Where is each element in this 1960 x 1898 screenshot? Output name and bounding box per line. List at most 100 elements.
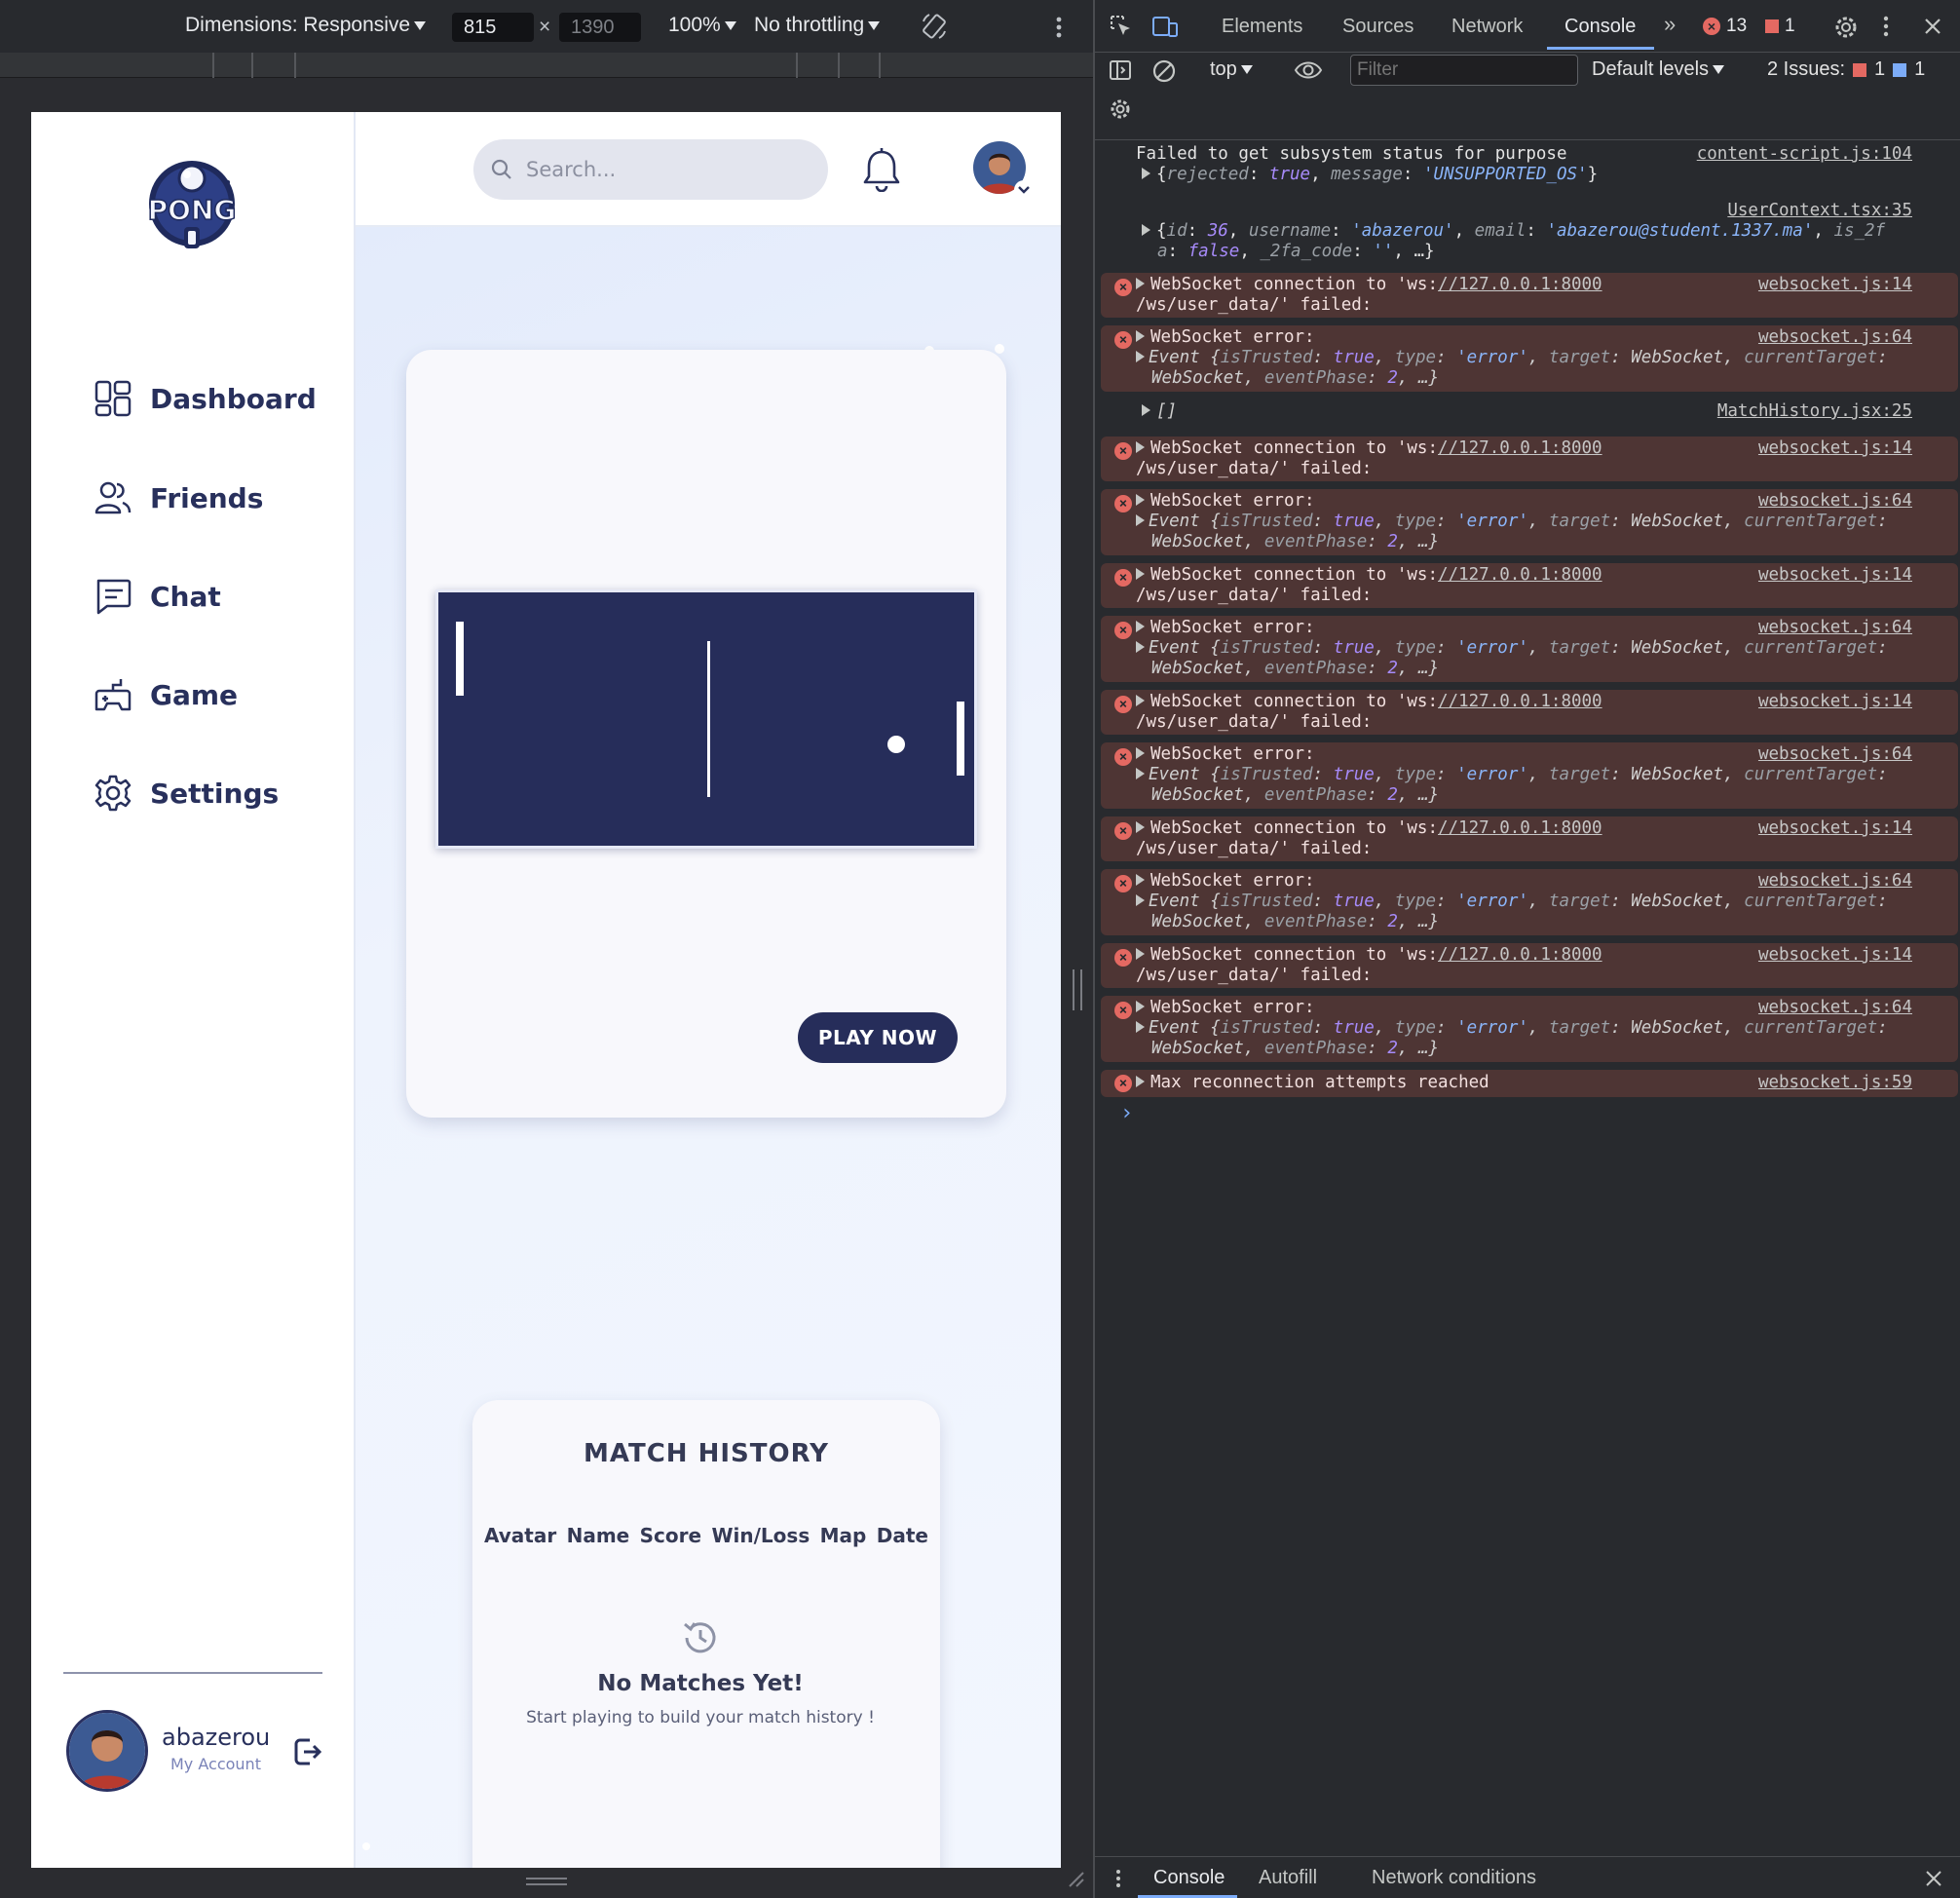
log-source-link[interactable]: websocket.js:64: [1758, 327, 1912, 348]
log-source-link[interactable]: websocket.js:14: [1758, 275, 1912, 295]
close-icon[interactable]: [1923, 17, 1942, 36]
console-prompt[interactable]: ›: [1120, 1101, 1133, 1125]
issues-button[interactable]: 2 Issues: 1 1: [1767, 58, 1925, 81]
expand-icon[interactable]: [1136, 768, 1145, 779]
drawer-tab-console[interactable]: Console: [1153, 1867, 1225, 1889]
expand-icon[interactable]: [1136, 948, 1145, 960]
devtools-menu-icon[interactable]: [1882, 16, 1890, 37]
console-error[interactable]: × WebSocket error: websocket.js:64 Event…: [1101, 489, 1958, 555]
expand-icon[interactable]: [1136, 894, 1145, 906]
log-levels-dropdown[interactable]: Default levels: [1592, 58, 1724, 81]
console-error[interactable]: × WebSocket connection to 'ws://127.0.0.…: [1101, 273, 1958, 318]
expand-icon[interactable]: [1136, 351, 1145, 362]
sidebar-item-dashboard[interactable]: Dashboard: [94, 375, 317, 422]
expand-icon[interactable]: [1136, 1001, 1145, 1012]
chevron-down-icon[interactable]: [1014, 180, 1034, 200]
console-error[interactable]: × WebSocket connection to 'ws://127.0.0.…: [1101, 690, 1958, 735]
width-input[interactable]: 815: [452, 13, 534, 42]
account-section[interactable]: abazerou My Account: [66, 1710, 329, 1794]
log-source-link[interactable]: websocket.js:64: [1758, 998, 1912, 1018]
expand-icon[interactable]: [1136, 874, 1145, 886]
ws-url-link[interactable]: //127.0.0.1:8000: [1438, 275, 1602, 294]
sidebar-toggle-icon[interactable]: [1109, 58, 1132, 82]
log-source-link[interactable]: websocket.js:14: [1758, 818, 1912, 839]
log-source-link[interactable]: UserContext.tsx:35: [1727, 201, 1912, 221]
ws-url-link[interactable]: //127.0.0.1:8000: [1438, 945, 1602, 965]
console-error[interactable]: × WebSocket connection to 'ws://127.0.0.…: [1101, 943, 1958, 988]
log-source-link[interactable]: MatchHistory.jsx:25: [1717, 401, 1912, 422]
context-selector[interactable]: top: [1210, 58, 1253, 81]
console-error[interactable]: × WebSocket error: websocket.js:64 Event…: [1101, 869, 1958, 935]
settings-gear-icon[interactable]: [1833, 15, 1859, 40]
console-error[interactable]: × Max reconnection attempts reached webs…: [1101, 1070, 1958, 1097]
height-input[interactable]: 1390: [559, 13, 641, 42]
expand-icon[interactable]: [1136, 278, 1145, 289]
tab-network[interactable]: Network: [1451, 16, 1523, 38]
sidebar-item-friends[interactable]: Friends: [94, 474, 263, 521]
ws-url-link[interactable]: //127.0.0.1:8000: [1438, 818, 1602, 838]
sidebar-item-chat[interactable]: Chat: [94, 573, 221, 620]
console-error[interactable]: × WebSocket error: websocket.js:64 Event…: [1101, 742, 1958, 809]
device-toggle-icon[interactable]: [1151, 14, 1179, 39]
expand-icon[interactable]: [1136, 821, 1145, 833]
dimensions-dropdown[interactable]: Dimensions: Responsive: [185, 14, 426, 37]
log-source-link[interactable]: websocket.js:64: [1758, 491, 1912, 512]
expand-icon[interactable]: [1136, 621, 1145, 632]
rotate-icon[interactable]: [920, 12, 949, 41]
drawer-close-icon[interactable]: [1925, 1870, 1942, 1887]
expand-icon[interactable]: [1142, 404, 1150, 416]
expand-icon[interactable]: [1136, 1076, 1145, 1087]
tab-console[interactable]: Console: [1564, 16, 1636, 38]
bell-icon[interactable]: [860, 147, 903, 192]
expand-icon[interactable]: [1136, 441, 1145, 453]
tab-sources[interactable]: Sources: [1342, 16, 1413, 38]
expand-icon[interactable]: [1136, 641, 1145, 653]
drawer-tab-network-conditions[interactable]: Network conditions: [1372, 1867, 1536, 1889]
drawer-tab-autofill[interactable]: Autofill: [1259, 1867, 1317, 1889]
side-resize-handle[interactable]: [1073, 969, 1082, 1010]
expand-icon[interactable]: [1136, 494, 1145, 506]
expand-icon[interactable]: [1136, 747, 1145, 759]
bottom-resize-handle[interactable]: [526, 1878, 567, 1885]
console-error[interactable]: × WebSocket connection to 'ws://127.0.0.…: [1101, 816, 1958, 861]
tab-elements[interactable]: Elements: [1222, 16, 1302, 38]
expand-icon[interactable]: [1136, 1021, 1145, 1033]
logout-icon[interactable]: [292, 1735, 321, 1768]
more-options-icon[interactable]: [1054, 16, 1064, 39]
ws-url-link[interactable]: //127.0.0.1:8000: [1438, 692, 1602, 711]
inspect-icon[interactable]: [1109, 14, 1134, 39]
ws-url-link[interactable]: //127.0.0.1:8000: [1438, 438, 1602, 458]
console-message[interactable]: Failed to get subsystem status for purpo…: [1101, 144, 1958, 189]
expand-icon[interactable]: [1136, 568, 1145, 580]
log-source-link[interactable]: content-script.js:104: [1697, 144, 1912, 165]
error-count-badge[interactable]: × 13: [1703, 16, 1747, 37]
console-message[interactable]: [] MatchHistory.jsx:25: [1101, 399, 1958, 425]
media-query-bar[interactable]: [0, 53, 1093, 78]
account-subtitle[interactable]: My Account: [170, 1755, 261, 1773]
pong-logo[interactable]: PONG: [140, 155, 244, 258]
issue-count-badge[interactable]: 1: [1765, 16, 1795, 37]
more-tabs-icon[interactable]: »: [1664, 12, 1676, 37]
expand-icon[interactable]: [1136, 514, 1145, 526]
log-source-link[interactable]: websocket.js:14: [1758, 945, 1912, 966]
log-source-link[interactable]: websocket.js:64: [1758, 618, 1912, 638]
log-source-link[interactable]: websocket.js:14: [1758, 692, 1912, 712]
expand-icon[interactable]: [1142, 224, 1150, 236]
sidebar-item-settings[interactable]: Settings: [94, 770, 279, 816]
corner-resize-icon[interactable]: [1066, 1869, 1085, 1888]
expand-icon[interactable]: [1142, 168, 1150, 179]
expand-icon[interactable]: [1136, 695, 1145, 706]
console-error[interactable]: × WebSocket error: websocket.js:64 Event…: [1101, 996, 1958, 1062]
eye-icon[interactable]: [1294, 58, 1323, 82]
console-settings-icon[interactable]: [1109, 97, 1132, 121]
expand-icon[interactable]: [1136, 330, 1145, 342]
search-box[interactable]: [473, 139, 828, 200]
console-error[interactable]: × WebSocket connection to 'ws://127.0.0.…: [1101, 437, 1958, 481]
log-source-link[interactable]: websocket.js:14: [1758, 565, 1912, 586]
clear-console-icon[interactable]: [1151, 58, 1177, 84]
console-error[interactable]: × WebSocket error: websocket.js:64 Event…: [1101, 325, 1958, 392]
console-message[interactable]: UserContext.tsx:35 {id: 36, username: 'a…: [1101, 201, 1958, 265]
throttling-dropdown[interactable]: No throttling: [754, 14, 880, 37]
log-source-link[interactable]: websocket.js:64: [1758, 744, 1912, 765]
play-now-button[interactable]: PLAY NOW: [798, 1012, 958, 1063]
